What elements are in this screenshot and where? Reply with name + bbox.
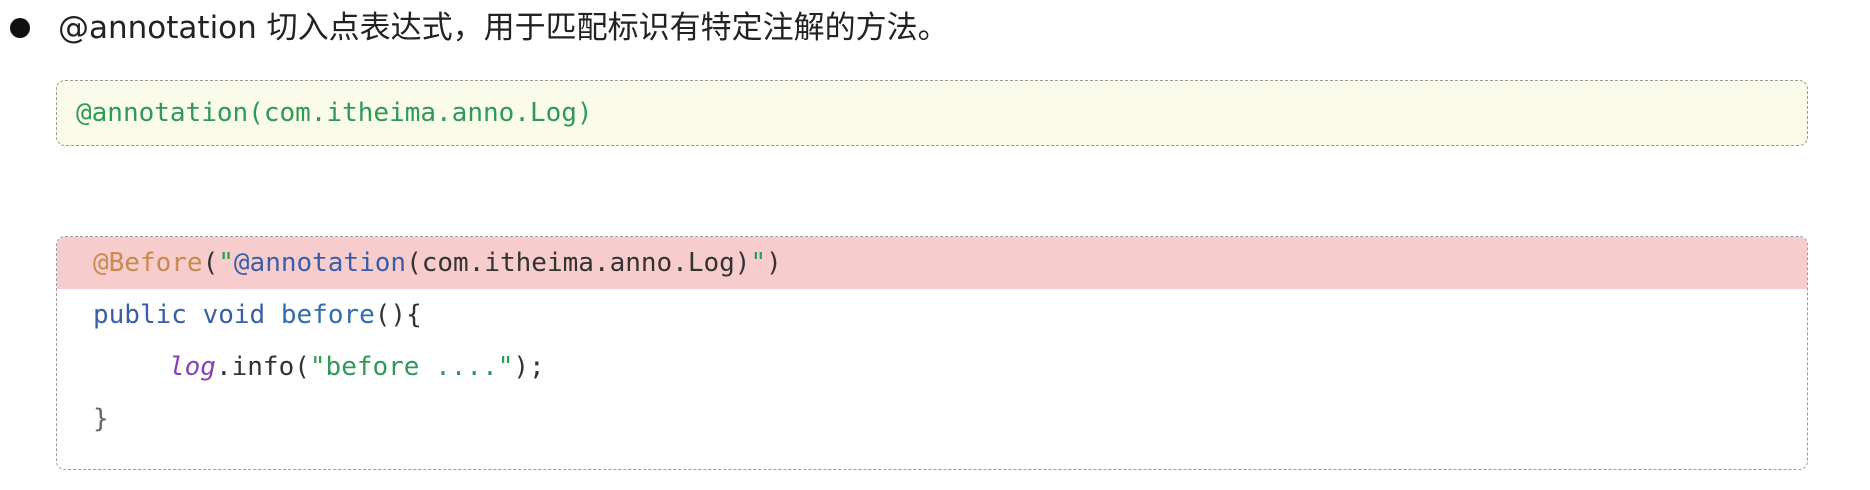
code-line-highlighted: @Before("@annotation(com.itheima.anno.Lo… bbox=[57, 237, 1807, 289]
paren-token: (){ bbox=[374, 300, 422, 330]
expression-code-block: @annotation(com.itheima.anno.Log) bbox=[56, 80, 1808, 146]
keyword-token: void bbox=[202, 300, 266, 330]
code-line: public void before(){ bbox=[57, 289, 1807, 341]
bullet-dot-icon bbox=[10, 18, 30, 38]
expression-code-line: @annotation(com.itheima.anno.Log) bbox=[76, 98, 593, 128]
keyword-token: public bbox=[93, 300, 187, 330]
code-line: log.info("before ...."); bbox=[57, 341, 1807, 393]
call-token: .info( bbox=[215, 352, 310, 382]
bullet-text: @annotation 切入点表达式，用于匹配标识有特定注解的方法。 bbox=[58, 10, 949, 46]
code-line: } bbox=[57, 393, 1807, 445]
method-name-token: before bbox=[280, 300, 375, 330]
annotation-token: @Before bbox=[93, 248, 203, 278]
document-page: @annotation 切入点表达式，用于匹配标识有特定注解的方法。 @anno… bbox=[0, 0, 1870, 490]
string-token: "before ...." bbox=[309, 352, 514, 382]
quote-token: " bbox=[750, 248, 767, 278]
paren-token: ) bbox=[766, 248, 782, 278]
paren-token: ( bbox=[202, 248, 219, 278]
brace-token: } bbox=[93, 404, 109, 434]
quote-token: " bbox=[218, 248, 234, 278]
example-code-block: @Before("@annotation(com.itheima.anno.Lo… bbox=[56, 236, 1808, 470]
bullet-item: @annotation 切入点表达式，用于匹配标识有特定注解的方法。 bbox=[0, 0, 1870, 60]
paren-token: ); bbox=[513, 352, 545, 382]
field-token: log bbox=[169, 352, 216, 382]
inner-annotation-token: @annotation bbox=[233, 248, 407, 278]
inner-args-token: (com.itheima.anno.Log) bbox=[406, 248, 751, 278]
